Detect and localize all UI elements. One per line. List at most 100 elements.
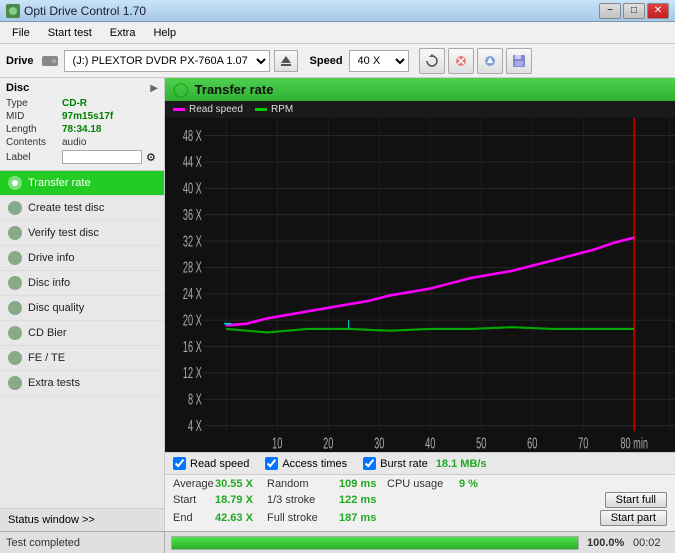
- burn-button[interactable]: [477, 48, 503, 74]
- cpu-label: CPU usage: [387, 478, 459, 490]
- progress-time: 00:02: [633, 537, 669, 549]
- svg-text:80 min: 80 min: [620, 434, 648, 452]
- random-label: Random: [267, 478, 339, 490]
- disc-label-settings-icon[interactable]: ⚙: [146, 151, 156, 164]
- disc-length-row: Length 78:34.18: [6, 124, 158, 135]
- svg-text:70: 70: [578, 434, 588, 452]
- average-label: Average: [173, 478, 215, 490]
- erase-button[interactable]: [448, 48, 474, 74]
- nav-disc-info[interactable]: Disc info: [0, 271, 164, 296]
- progress-pct: 100.0%: [587, 537, 625, 549]
- disc-info-icon: [8, 276, 22, 290]
- content-area: ◯ Transfer rate Read speed RPM: [165, 78, 675, 531]
- svg-text:44 X: 44 X: [183, 153, 202, 171]
- menu-extra[interactable]: Extra: [102, 25, 144, 41]
- svg-text:28 X: 28 X: [183, 258, 202, 276]
- disc-panel: Disc ▶ Type CD-R MID 97m15s17f Length 78…: [0, 78, 164, 171]
- disc-label-label: Label: [6, 152, 62, 163]
- main-layout: Disc ▶ Type CD-R MID 97m15s17f Length 78…: [0, 78, 675, 531]
- progress-bar-fill: [172, 537, 578, 549]
- chart-header: ◯ Transfer rate: [165, 78, 675, 101]
- nav-fe-te-label: FE / TE: [28, 352, 65, 364]
- refresh-button[interactable]: [419, 48, 445, 74]
- start-full-button[interactable]: Start full: [605, 492, 667, 508]
- minimize-button[interactable]: −: [599, 3, 621, 19]
- disc-contents-val: audio: [62, 137, 86, 148]
- read-speed-check-label: Read speed: [190, 458, 249, 470]
- status-window-button[interactable]: Status window >>: [0, 508, 164, 531]
- nav-disc-quality[interactable]: Disc quality: [0, 296, 164, 321]
- menu-help[interactable]: Help: [145, 25, 184, 41]
- speed-label: Speed: [310, 55, 343, 67]
- start-part-button[interactable]: Start part: [600, 510, 667, 526]
- nav-transfer-rate-label: Transfer rate: [28, 177, 91, 189]
- end-val: 42.63 X: [215, 512, 267, 524]
- svg-text:36 X: 36 X: [183, 205, 202, 223]
- disc-length-label: Length: [6, 124, 62, 135]
- disc-contents-label: Contents: [6, 137, 62, 148]
- titlebar: Opti Drive Control 1.70 − □ ✕: [0, 0, 675, 22]
- svg-text:40: 40: [425, 434, 435, 452]
- app-icon: [6, 4, 20, 18]
- disc-header: Disc ▶: [6, 82, 158, 94]
- status-window-label: Status window >>: [8, 514, 95, 526]
- svg-text:32 X: 32 X: [183, 232, 202, 250]
- nav-drive-info[interactable]: Drive info: [0, 246, 164, 271]
- sidebar: Disc ▶ Type CD-R MID 97m15s17f Length 78…: [0, 78, 165, 531]
- random-val: 109 ms: [339, 478, 387, 490]
- save-button[interactable]: [506, 48, 532, 74]
- svg-text:20: 20: [323, 434, 333, 452]
- nav-verify-test-disc-label: Verify test disc: [28, 227, 99, 239]
- nav-transfer-rate[interactable]: Transfer rate: [0, 171, 164, 196]
- disc-type-val: CD-R: [62, 98, 87, 109]
- restore-button[interactable]: □: [623, 3, 645, 19]
- nav-verify-test-disc[interactable]: Verify test disc: [0, 221, 164, 246]
- svg-text:50: 50: [476, 434, 486, 452]
- svg-text:12 X: 12 X: [183, 363, 202, 381]
- access-times-check: Access times: [265, 457, 347, 470]
- svg-text:40 X: 40 X: [183, 179, 202, 197]
- nav-fe-te[interactable]: FE / TE: [0, 346, 164, 371]
- start-label: Start: [173, 494, 215, 506]
- eject-button[interactable]: [274, 50, 298, 72]
- stroke13-label: 1/3 stroke: [267, 494, 339, 506]
- legend-rpm-label: RPM: [271, 104, 293, 115]
- read-speed-checkbox[interactable]: [173, 457, 186, 470]
- drive-selector: (J:) PLEXTOR DVDR PX-760A 1.07: [40, 50, 298, 72]
- chart-controls: Read speed Access times Burst rate 18.1 …: [165, 452, 675, 474]
- close-button[interactable]: ✕: [647, 3, 669, 19]
- nav-items: Transfer rate Create test disc Verify te…: [0, 171, 164, 508]
- stats-row-3: End 42.63 X Full stroke 187 ms Start par…: [173, 510, 667, 526]
- nav-drive-info-label: Drive info: [28, 252, 74, 264]
- svg-text:16 X: 16 X: [183, 337, 202, 355]
- access-times-checkbox[interactable]: [265, 457, 278, 470]
- drive-label: Drive: [6, 55, 34, 67]
- cd-bier-icon: [8, 326, 22, 340]
- menu-file[interactable]: File: [4, 25, 38, 41]
- chart-title: Transfer rate: [195, 82, 274, 97]
- disc-mid-label: MID: [6, 111, 62, 122]
- verify-test-disc-icon: [8, 226, 22, 240]
- nav-extra-tests[interactable]: Extra tests: [0, 371, 164, 396]
- speed-dropdown[interactable]: 40 X: [349, 50, 409, 72]
- disc-title: Disc: [6, 82, 29, 94]
- svg-text:48 X: 48 X: [183, 126, 202, 144]
- menu-start-test[interactable]: Start test: [40, 25, 100, 41]
- average-val: 30.55 X: [215, 478, 267, 490]
- disc-label-input[interactable]: [62, 150, 142, 164]
- statusbar: Test completed 100.0% 00:02: [0, 531, 675, 553]
- disc-contents-row: Contents audio: [6, 137, 158, 148]
- full-stroke-label: Full stroke: [267, 512, 339, 524]
- nav-cd-bier[interactable]: CD Bier: [0, 321, 164, 346]
- disc-type-label: Type: [6, 98, 62, 109]
- drive-dropdown[interactable]: (J:) PLEXTOR DVDR PX-760A 1.07: [64, 50, 270, 72]
- disc-length-val: 78:34.18: [62, 124, 101, 135]
- chart-icon: ◯: [173, 81, 189, 98]
- svg-text:4 X: 4 X: [188, 416, 202, 434]
- stroke13-val: 122 ms: [339, 494, 387, 506]
- burst-rate-checkbox[interactable]: [363, 457, 376, 470]
- legend-read-speed-label: Read speed: [189, 104, 243, 115]
- nav-create-test-disc[interactable]: Create test disc: [0, 196, 164, 221]
- svg-text:24 X: 24 X: [183, 284, 202, 302]
- read-speed-check: Read speed: [173, 457, 249, 470]
